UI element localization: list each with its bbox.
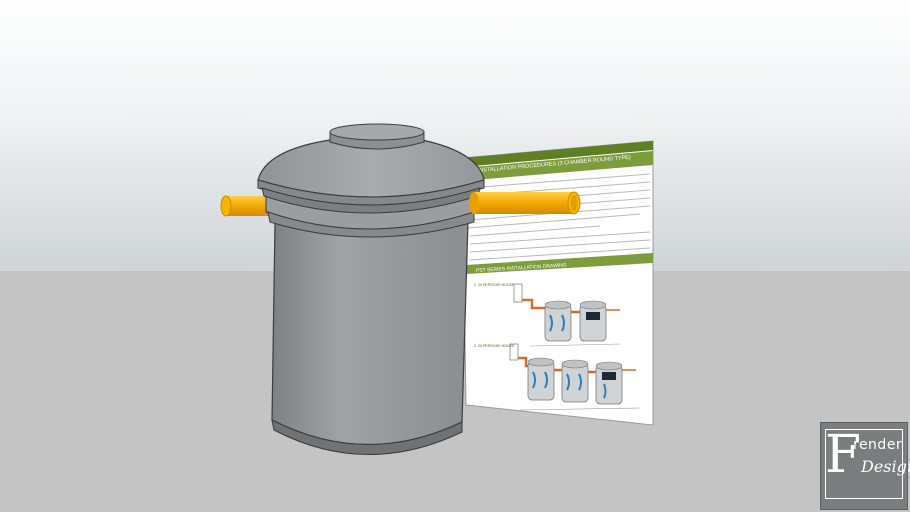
sheet-figure-1-label: 1. 10 PERSONS HOUSE bbox=[474, 283, 515, 287]
sheet-figure-2-label: 2. 20 PERSONS HOUSE bbox=[474, 344, 515, 348]
septic-tank[interactable] bbox=[257, 123, 485, 455]
model-canvas[interactable]: INSTALLATION PROCEDURES (3 CHAMBER ROUND… bbox=[0, 0, 910, 512]
brand-logo: F render Designs bbox=[820, 422, 910, 510]
viewport[interactable]: INSTALLATION PROCEDURES (3 CHAMBER ROUND… bbox=[0, 0, 910, 512]
logo-word-2: Designs bbox=[861, 457, 910, 476]
instruction-sheet[interactable]: INSTALLATION PROCEDURES (3 CHAMBER ROUND… bbox=[461, 140, 654, 426]
outlet-pipe[interactable] bbox=[469, 191, 581, 215]
logo-word-1: render bbox=[853, 437, 903, 453]
